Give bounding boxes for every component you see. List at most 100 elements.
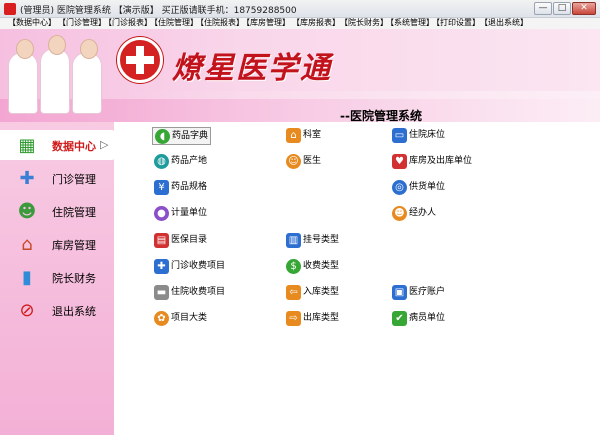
shortcut-medical-account[interactable]: ▣ 医疗账户 — [390, 284, 447, 302]
shortcut-stock-out-type[interactable]: ⇨ 出库类型 — [284, 310, 341, 328]
pill-icon: ◖ — [155, 128, 170, 144]
menu-data-center[interactable]: 【数据中心】 — [8, 18, 56, 28]
shortcut-drug-dictionary[interactable]: ◖ 药品字典 — [152, 127, 212, 145]
ambulance-icon: ▬ — [154, 284, 169, 300]
sidebar-item-label: 住院管理 — [52, 206, 96, 219]
shortcut-patient-units[interactable]: ✔ 病员单位 — [390, 310, 447, 328]
sidebar-item-inpatient[interactable]: ☻ 住院管理 — [0, 196, 114, 226]
shortcut-ward-beds[interactable]: ▭ 住院床位 — [390, 127, 447, 145]
heart-warehouse-icon: ♥ — [392, 153, 407, 169]
shortcut-label: 医疗账户 — [409, 287, 446, 297]
maximize-button[interactable]: □ — [553, 2, 571, 15]
shortcut-label: 住院收费项目 — [171, 287, 226, 297]
shortcut-label: 供货单位 — [409, 182, 446, 192]
sidebar-item-exit[interactable]: ⊘ 退出系统 — [0, 295, 114, 325]
menu-warehouse-management[interactable]: 【库房管理】 — [242, 18, 290, 28]
sidebar-item-data-center[interactable]: ▦ 数据中心 ▷ — [0, 130, 114, 160]
house-icon: ⌂ — [286, 127, 301, 143]
shortcut-label: 项目大类 — [171, 313, 208, 323]
handler-people-icon: ☻ — [392, 205, 407, 221]
shortcut-suppliers[interactable]: ◎ 供货单位 — [390, 179, 447, 197]
supplier-globe-icon: ◎ — [392, 179, 407, 195]
menu-outpatient-reports[interactable]: 【门诊报表】 — [104, 18, 152, 28]
globe-icon: ◍ — [154, 153, 169, 169]
app-icon — [4, 3, 16, 15]
shortcut-drug-spec[interactable]: ¥ 药品规格 — [152, 179, 209, 197]
menu-outpatient-management[interactable]: 【门诊管理】 — [58, 18, 106, 28]
gear-icon: ✿ — [154, 310, 169, 326]
sidebar-item-warehouse[interactable]: ⌂ 库房管理 — [0, 229, 114, 259]
shortcut-label: 医生 — [303, 156, 322, 166]
shortcut-fee-type[interactable]: $ 收费类型 — [284, 258, 341, 276]
sidebar: ▦ 数据中心 ▷ ✚ 门诊管理 ☻ 住院管理 ⌂ 库房管理 ▮ 院长财务 ⊘ 退… — [0, 122, 114, 435]
nurses-illustration — [0, 29, 110, 122]
shortcut-inpatient-fee-items[interactable]: ▬ 住院收费项目 — [152, 284, 227, 302]
checkbox-icon: ✔ — [392, 310, 407, 326]
menu-exit-system[interactable]: 【退出系统】 — [480, 18, 528, 28]
brand-name: 燎星医学通 — [172, 51, 332, 86]
doctor-icon: ☺ — [286, 153, 301, 169]
medical-account-icon: ▣ — [392, 284, 407, 300]
shortcut-label: 出库类型 — [303, 313, 340, 323]
shortcut-insurance-catalog[interactable]: ▤ 医保目录 — [152, 232, 209, 250]
clinic-icon: ✚ — [19, 167, 35, 189]
shortcut-label: 药品规格 — [171, 182, 208, 192]
shortcut-warehouse-units[interactable]: ♥ 库房及出库单位 — [390, 153, 474, 171]
shortcut-measure-unit[interactable]: ● 计量单位 — [152, 205, 209, 223]
unit-icon: ● — [154, 205, 169, 221]
finance-chart-icon: ▮ — [22, 266, 32, 288]
menu-inpatient-reports[interactable]: 【住院报表】 — [196, 18, 244, 28]
sidebar-item-label: 院长财务 — [52, 272, 96, 285]
system-subtitle: --医院管理系统 — [340, 109, 422, 122]
nurse-figure — [8, 39, 38, 114]
shortcut-label: 医保目录 — [171, 235, 208, 245]
shortcut-item-categories[interactable]: ✿ 项目大类 — [152, 310, 209, 328]
sidebar-item-label: 库房管理 — [52, 239, 96, 252]
menu-director-finance[interactable]: 【院长财务】 — [340, 18, 388, 28]
shortcut-label: 病员单位 — [409, 313, 446, 323]
shortcut-label: 库房及出库单位 — [409, 156, 473, 166]
header-banner: 燎星医学通 --医院管理系统 — [0, 29, 600, 122]
stock-out-icon: ⇨ — [286, 310, 301, 326]
exit-icon: ⊘ — [19, 299, 35, 321]
menu-warehouse-reports[interactable]: 【库房报表】 — [292, 18, 340, 28]
nurse-figure — [40, 35, 70, 114]
register-doc-icon: ▥ — [286, 232, 301, 248]
shortcut-drug-origin[interactable]: ◍ 药品产地 — [152, 153, 209, 171]
active-arrow-icon: ▷ — [100, 138, 109, 151]
stock-in-icon: ⇦ — [286, 284, 301, 300]
shortcut-outpatient-fee-items[interactable]: ✚ 门诊收费项目 — [152, 258, 227, 276]
inpatient-icon: ☻ — [17, 200, 37, 222]
menu-inpatient-management[interactable]: 【住院管理】 — [150, 18, 198, 28]
window-title: (管理员) 医院管理系统 【演示版】 买正版请联手机：18759288500 — [20, 6, 297, 16]
shortcut-label: 科室 — [303, 130, 322, 140]
red-cross-logo-icon — [117, 37, 163, 83]
bed-icon: ▭ — [392, 127, 407, 143]
shortcut-panel: ◖ 药品字典 ◍ 药品产地 ¥ 药品规格 ● 计量单位 ▤ 医保目录 ✚ 门诊收费项目 ▬ 住… — [114, 122, 600, 435]
close-button[interactable]: ✕ — [572, 2, 596, 15]
shortcut-label: 药品字典 — [172, 131, 209, 141]
shortcut-department[interactable]: ⌂ 科室 — [284, 127, 323, 145]
spec-icon: ¥ — [154, 179, 169, 195]
shortcut-label: 住院床位 — [409, 130, 446, 140]
menu-bar: 【数据中心】 【门诊管理】 【门诊报表】 【住院管理】 【住院报表】 【库房管理… — [0, 18, 600, 29]
shortcut-registration-type[interactable]: ▥ 挂号类型 — [284, 232, 341, 250]
sidebar-item-outpatient[interactable]: ✚ 门诊管理 — [0, 163, 114, 193]
shortcut-label: 收费类型 — [303, 261, 340, 271]
window-titlebar: (管理员) 医院管理系统 【演示版】 买正版请联手机：18759288500 —… — [0, 0, 600, 18]
sidebar-item-label: 数据中心 — [52, 140, 96, 153]
shortcut-label: 计量单位 — [171, 208, 208, 218]
sidebar-item-finance[interactable]: ▮ 院长财务 — [0, 262, 114, 292]
catalog-book-icon: ▤ — [154, 232, 169, 248]
sidebar-item-label: 门诊管理 — [52, 173, 96, 186]
shortcut-label: 入库类型 — [303, 287, 340, 297]
shortcut-doctor[interactable]: ☺ 医生 — [284, 153, 323, 171]
sidebar-item-label: 退出系统 — [52, 305, 96, 318]
menu-print-settings[interactable]: 【打印设置】 — [432, 18, 480, 28]
warehouse-icon: ⌂ — [21, 233, 33, 255]
shortcut-handlers[interactable]: ☻ 经办人 — [390, 205, 438, 223]
shortcut-stock-in-type[interactable]: ⇦ 入库类型 — [284, 284, 341, 302]
blocks-icon: ▦ — [18, 134, 36, 156]
menu-system-management[interactable]: 【系统管理】 — [386, 18, 434, 28]
minimize-button[interactable]: — — [534, 2, 552, 15]
